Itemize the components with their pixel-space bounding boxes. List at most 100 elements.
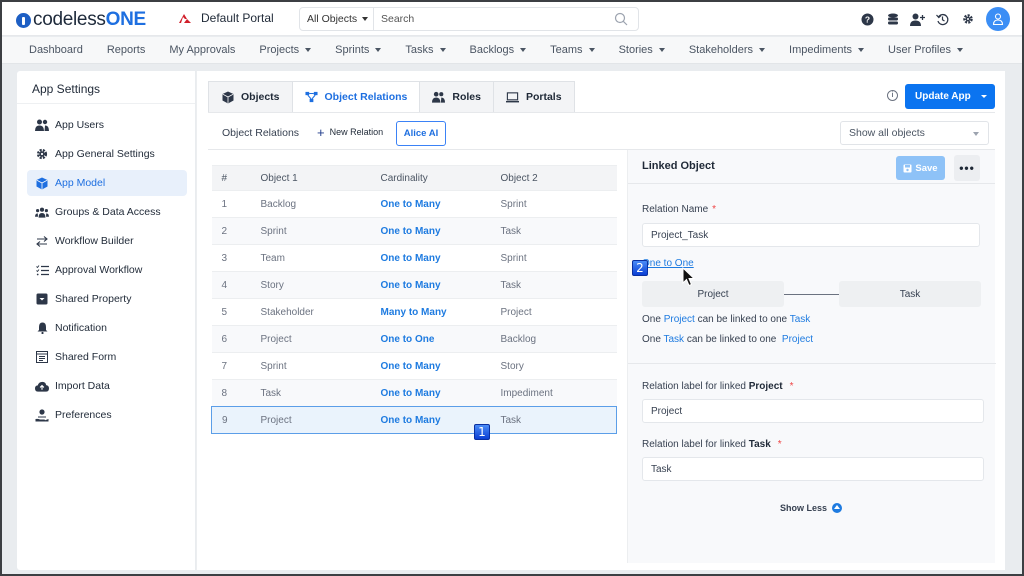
sidebar-item-app-users[interactable]: App Users [27,112,187,138]
sidebar-item-shared-form[interactable]: Shared Form [27,344,187,370]
row-cardinality-link[interactable]: One to Many [372,379,493,407]
relation-connector-line [784,294,839,295]
sidebar-item-preferences[interactable]: Preferences [27,402,187,428]
user-avatar[interactable] [986,7,1010,31]
nav-item-sprints[interactable]: Sprints [335,44,382,56]
row-cardinality-link[interactable]: One to Many [372,352,493,380]
update-app-dropdown-toggle[interactable] [973,84,995,109]
table-row[interactable]: 2 Sprint One to Many Task [211,217,617,245]
row-number: 1 [211,190,253,218]
label-prefix: Relation label for linked [642,439,749,450]
sentence-object-link[interactable]: Project [782,334,813,345]
row-cardinality-link[interactable]: Many to Many [372,298,493,326]
row-cardinality-link[interactable]: One to Many [372,217,493,245]
column-header-object1[interactable]: Object 1 [252,165,373,191]
sidebar-item-groups-data-access[interactable]: Groups & Data Access [27,199,187,225]
search-icon[interactable] [614,12,628,26]
sidebar-item-app-model[interactable]: App Model [27,170,187,196]
cube-icon [221,91,234,104]
row-cardinality-link[interactable]: One to Many [372,271,493,299]
search-input[interactable] [374,8,614,30]
section-label: Object Relations [222,127,300,139]
groups-icon [35,205,49,219]
table-row[interactable]: 6 Project One to One Backlog [211,325,617,353]
app-window: codelessONE Default Portal All Objects ?… [2,2,1022,574]
nav-item-teams[interactable]: Teams [550,44,595,56]
required-mark: * [712,204,717,215]
tab-object-relations[interactable]: Object Relations [291,81,420,113]
nav-item-user-profiles[interactable]: User Profiles [888,44,963,56]
row-number: 7 [211,352,253,380]
table-row[interactable]: 5 Stakeholder Many to Many Project [211,298,617,326]
row-cardinality-link[interactable]: One to Many [372,190,493,218]
tab-roles[interactable]: Roles [419,81,493,113]
table-row[interactable]: 7 Sprint One to Many Story [211,352,617,380]
row-cardinality-link[interactable]: One to One [372,325,493,353]
database-icon[interactable] [880,7,905,31]
row-cardinality-link[interactable]: One to Many [372,244,493,272]
table-row[interactable]: 1 Backlog One to Many Sprint [211,190,617,218]
nav-item-projects[interactable]: Projects [259,44,312,56]
nav-item-label: Tasks [405,44,434,56]
sidebar-item-approval-workflow[interactable]: Approval Workflow [27,257,187,283]
top-bar: codelessONE Default Portal All Objects ? [2,2,1022,36]
add-user-icon[interactable] [905,7,930,31]
nav-item-tasks[interactable]: Tasks [405,44,446,56]
nav-item-my-approvals[interactable]: My Approvals [169,44,235,56]
relations-table: # Object 1 Cardinality Object 2 1 Backlog… [211,165,617,434]
relations-table-container: # Object 1 Cardinality Object 2 1 Backlog… [211,165,617,434]
show-less-button[interactable]: Show Less [780,503,843,513]
column-header-cardinality[interactable]: Cardinality [372,165,493,191]
task-label-input[interactable]: Task [642,457,984,481]
table-row[interactable]: 9 Project One to Many Task [211,406,617,434]
chevron-down-icon [305,48,312,52]
app-logo[interactable]: codeless ONE [16,9,146,31]
relation-name-input[interactable]: Project_Task [642,223,980,247]
tab-portals[interactable]: Portals [492,81,575,113]
history-icon[interactable] [930,7,955,31]
tab-objects[interactable]: Objects [208,81,292,113]
project-label-input[interactable]: Project [642,399,984,423]
nav-item-stories[interactable]: Stories [619,44,665,56]
nav-item-dashboard[interactable]: Dashboard [29,44,83,56]
sidebar-item-notification[interactable]: Notification [27,315,187,341]
row-number: 4 [211,271,253,299]
table-row[interactable]: 4 Story One to Many Task [211,271,617,299]
sidebar-item-app-general-settings[interactable]: App General Settings [27,141,187,167]
column-header-number[interactable]: # [211,165,253,191]
column-header-object2[interactable]: Object 2 [492,165,617,191]
alice-ai-button[interactable]: Alice AI [396,121,446,146]
sentence-object-link[interactable]: Task [664,334,685,345]
more-options-button[interactable]: ••• [954,155,980,181]
row-object2: Task [492,406,617,434]
nav-item-impediments[interactable]: Impediments [789,44,865,56]
user-avatar-icon [992,13,1004,25]
sentence-object-link[interactable]: Project [664,314,695,325]
settings-icon[interactable] [955,7,980,31]
search-scope-dropdown[interactable]: All Objects [300,8,374,30]
info-icon[interactable]: i [887,90,898,101]
nav-item-reports[interactable]: Reports [107,44,146,56]
portal-switcher[interactable]: Default Portal [178,11,274,25]
chevron-down-icon [658,48,665,52]
portal-logo-icon [179,14,191,23]
sidebar-item-workflow-builder[interactable]: Workflow Builder [27,228,187,254]
new-relation-button[interactable]: + New Relation [317,126,384,139]
chevron-down-icon [981,95,987,98]
row-object1: Sprint [252,352,373,380]
nav-item-backlogs[interactable]: Backlogs [470,44,527,56]
sentence-object-link[interactable]: Task [790,314,811,325]
save-button[interactable]: Save [896,156,945,180]
object-filter-select[interactable]: Show all objects [840,121,989,145]
update-app-button[interactable]: Update App [905,84,995,109]
help-icon[interactable]: ? [855,7,880,31]
table-row[interactable]: 3 Team One to Many Sprint [211,244,617,272]
new-relation-label: New Relation [329,127,384,137]
logo-prefix: codeless [33,9,106,30]
table-row[interactable]: 8 Task One to Many Impediment [211,379,617,407]
panel-header: Linked Object Save ••• [628,150,995,184]
sidebar-item-import-data[interactable]: Import Data [27,373,187,399]
sidebar-item-shared-property[interactable]: Shared Property [27,286,187,312]
sidebar-item-label: Shared Form [55,351,117,363]
nav-item-stakeholders[interactable]: Stakeholders [689,44,766,56]
